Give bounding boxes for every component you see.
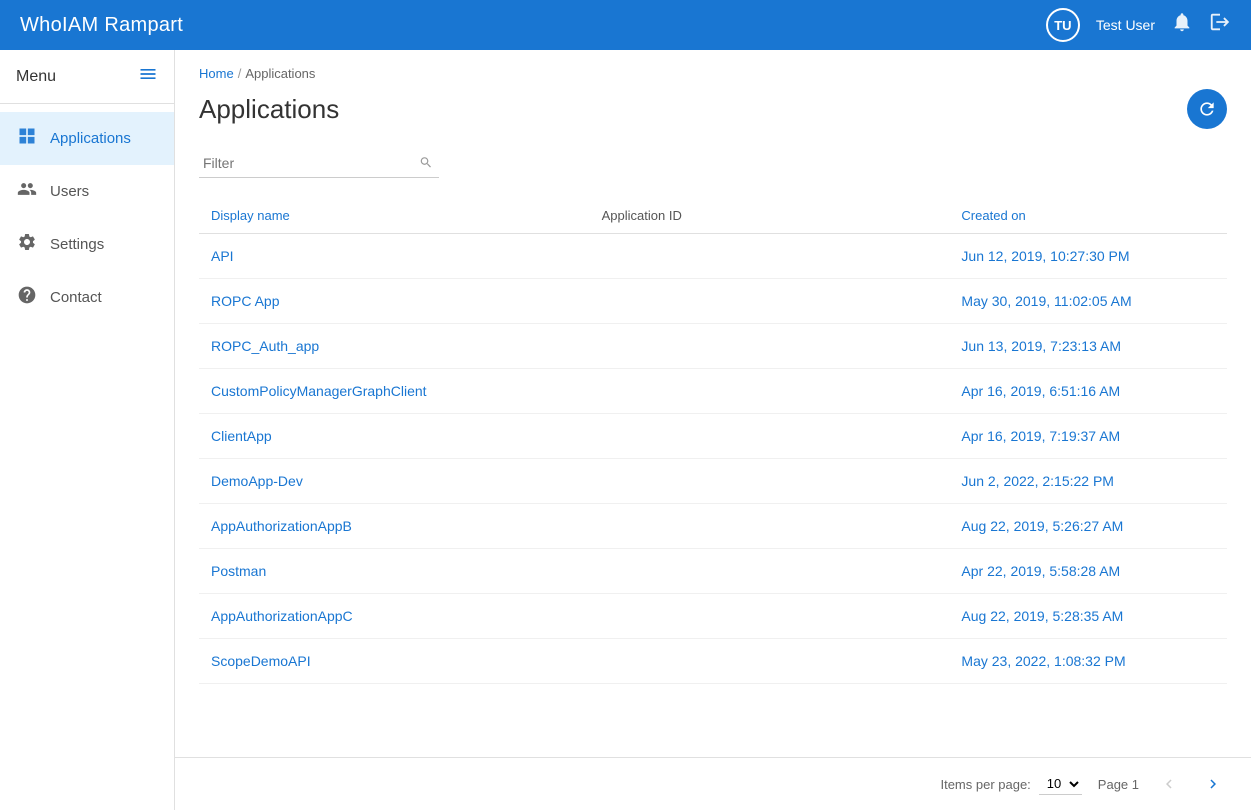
table-header: Display name Application ID Created on xyxy=(199,198,1227,234)
cell-created-on: Jun 2, 2022, 2:15:22 PM xyxy=(949,459,1227,504)
cell-created-on: Apr 22, 2019, 5:58:28 AM xyxy=(949,549,1227,594)
cell-created-on: Apr 16, 2019, 7:19:37 AM xyxy=(949,414,1227,459)
contact-icon xyxy=(16,285,38,310)
app-title: WhoIAM Rampart xyxy=(20,14,183,37)
table-row[interactable]: API Jun 12, 2019, 10:27:30 PM xyxy=(199,234,1227,279)
sidebar-item-users[interactable]: Users xyxy=(0,165,174,218)
filter-input[interactable] xyxy=(199,149,439,178)
sidebar-nav: Applications Users Settings Contact xyxy=(0,104,174,324)
table-row[interactable]: ROPC_Auth_app Jun 13, 2019, 7:23:13 AM xyxy=(199,324,1227,369)
page-label: Page 1 xyxy=(1098,777,1139,792)
search-icon xyxy=(419,155,433,172)
sidebar: Menu Applications Users xyxy=(0,50,175,810)
sidebar-item-applications[interactable]: Applications xyxy=(0,112,174,165)
items-per-page-control: Items per page: 10 5 25 50 xyxy=(940,773,1081,795)
cell-app-id xyxy=(590,369,950,414)
cell-created-on: Jun 13, 2019, 7:23:13 AM xyxy=(949,324,1227,369)
header-right: TU Test User xyxy=(1046,8,1231,42)
contact-label: Contact xyxy=(50,289,102,306)
col-header-app-id: Application ID xyxy=(590,198,950,234)
sidebar-header: Menu xyxy=(0,50,174,104)
applications-label: Applications xyxy=(50,130,131,147)
pagination-bar: Items per page: 10 5 25 50 Page 1 xyxy=(175,757,1251,810)
applications-table-container: Display name Application ID Created on A… xyxy=(199,198,1227,741)
cell-created-on: Jun 12, 2019, 10:27:30 PM xyxy=(949,234,1227,279)
breadcrumb-home[interactable]: Home xyxy=(199,66,234,81)
table-row[interactable]: ClientApp Apr 16, 2019, 7:19:37 AM xyxy=(199,414,1227,459)
cell-app-id xyxy=(590,459,950,504)
breadcrumb: Home / Applications xyxy=(199,66,1227,81)
cell-display-name: ClientApp xyxy=(199,414,590,459)
cell-display-name: ROPC App xyxy=(199,279,590,324)
users-label: Users xyxy=(50,183,89,200)
refresh-button[interactable] xyxy=(1187,89,1227,129)
users-icon xyxy=(16,179,38,204)
items-per-page-label: Items per page: xyxy=(940,777,1030,792)
cell-app-id xyxy=(590,549,950,594)
cell-display-name: DemoApp-Dev xyxy=(199,459,590,504)
cell-display-name: CustomPolicyManagerGraphClient xyxy=(199,369,590,414)
cell-app-id xyxy=(590,594,950,639)
applications-icon xyxy=(16,126,38,151)
main-layout: Menu Applications Users xyxy=(0,50,1251,810)
table-row[interactable]: ROPC App May 30, 2019, 11:02:05 AM xyxy=(199,279,1227,324)
cell-display-name: ROPC_Auth_app xyxy=(199,324,590,369)
cell-display-name: API xyxy=(199,234,590,279)
sidebar-item-settings[interactable]: Settings xyxy=(0,218,174,271)
page-header-row: Applications xyxy=(199,89,1227,129)
breadcrumb-current: Applications xyxy=(245,66,315,81)
cell-app-id xyxy=(590,279,950,324)
app-header: WhoIAM Rampart TU Test User xyxy=(0,0,1251,50)
prev-page-button[interactable] xyxy=(1155,770,1183,798)
cell-created-on: May 23, 2022, 1:08:32 PM xyxy=(949,639,1227,684)
per-page-select[interactable]: 10 5 25 50 xyxy=(1039,773,1082,795)
filter-row xyxy=(199,149,1227,178)
cell-app-id xyxy=(590,234,950,279)
content-inner: Home / Applications Applications xyxy=(175,50,1251,757)
col-header-created-on: Created on xyxy=(949,198,1227,234)
menu-hamburger-icon[interactable] xyxy=(138,64,158,89)
main-content: Home / Applications Applications xyxy=(175,50,1251,810)
cell-app-id xyxy=(590,414,950,459)
cell-display-name: AppAuthorizationAppB xyxy=(199,504,590,549)
cell-app-id xyxy=(590,639,950,684)
settings-icon xyxy=(16,232,38,257)
cell-created-on: Aug 22, 2019, 5:26:27 AM xyxy=(949,504,1227,549)
avatar: TU xyxy=(1046,8,1080,42)
cell-created-on: May 30, 2019, 11:02:05 AM xyxy=(949,279,1227,324)
cell-app-id xyxy=(590,504,950,549)
next-page-button[interactable] xyxy=(1199,770,1227,798)
notifications-icon[interactable] xyxy=(1171,11,1193,39)
cell-app-id xyxy=(590,324,950,369)
table-row[interactable]: AppAuthorizationAppB Aug 22, 2019, 5:26:… xyxy=(199,504,1227,549)
applications-table: Display name Application ID Created on A… xyxy=(199,198,1227,684)
cell-created-on: Apr 16, 2019, 6:51:16 AM xyxy=(949,369,1227,414)
filter-wrapper xyxy=(199,149,439,178)
col-header-display-name: Display name xyxy=(199,198,590,234)
sidebar-item-contact[interactable]: Contact xyxy=(0,271,174,324)
cell-display-name: ScopeDemoAPI xyxy=(199,639,590,684)
username-label: Test User xyxy=(1096,17,1155,33)
settings-label: Settings xyxy=(50,236,104,253)
cell-created-on: Aug 22, 2019, 5:28:35 AM xyxy=(949,594,1227,639)
logout-icon[interactable] xyxy=(1209,11,1231,39)
table-row[interactable]: Postman Apr 22, 2019, 5:58:28 AM xyxy=(199,549,1227,594)
breadcrumb-separator: / xyxy=(238,66,242,81)
page-title: Applications xyxy=(199,94,339,125)
table-row[interactable]: ScopeDemoAPI May 23, 2022, 1:08:32 PM xyxy=(199,639,1227,684)
table-row[interactable]: CustomPolicyManagerGraphClient Apr 16, 2… xyxy=(199,369,1227,414)
menu-label: Menu xyxy=(16,68,56,86)
table-body: API Jun 12, 2019, 10:27:30 PM ROPC App M… xyxy=(199,234,1227,684)
table-row[interactable]: DemoApp-Dev Jun 2, 2022, 2:15:22 PM xyxy=(199,459,1227,504)
cell-display-name: AppAuthorizationAppC xyxy=(199,594,590,639)
cell-display-name: Postman xyxy=(199,549,590,594)
table-row[interactable]: AppAuthorizationAppC Aug 22, 2019, 5:28:… xyxy=(199,594,1227,639)
